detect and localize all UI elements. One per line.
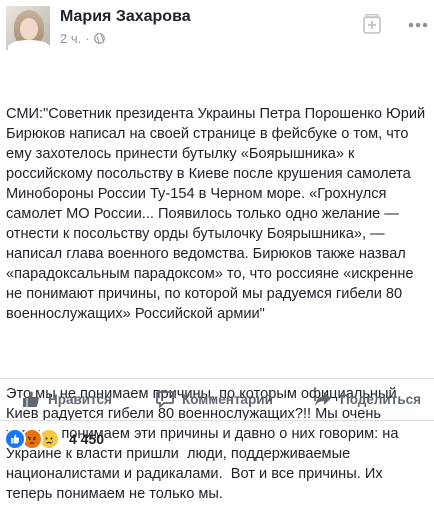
post-meta: 2 ч. ·: [60, 31, 105, 46]
action-bar: Нравится Комментарий Поделиться: [0, 382, 434, 416]
like-label: Нравится: [48, 391, 112, 407]
comment-label: Комментарий: [182, 391, 273, 407]
thumbs-up-icon: [23, 391, 39, 407]
comment-icon: [156, 391, 174, 408]
reactions-summary[interactable]: 4 450: [4, 428, 104, 450]
reaction-count: 4 450: [69, 431, 105, 447]
post-header: Мария Захарова 2 ч. ·: [0, 0, 434, 56]
divider-bottom: [0, 420, 434, 421]
author-name[interactable]: Мария Захарова: [60, 8, 191, 26]
comment-button[interactable]: Комментарий: [156, 382, 273, 416]
avatar-shoulder: [8, 40, 50, 50]
avatar[interactable]: [6, 6, 50, 50]
meta-separator: ·: [85, 31, 90, 46]
share-icon: [315, 392, 331, 406]
save-icon[interactable]: [363, 14, 381, 34]
post-body: СМИ:"Советник президента Украины Петра П…: [6, 64, 430, 524]
share-button[interactable]: Поделиться: [314, 382, 421, 416]
post-time[interactable]: 2 ч.: [60, 31, 81, 46]
globe-icon: [93, 33, 105, 44]
like-button[interactable]: Нравится: [22, 382, 112, 416]
more-icon[interactable]: [408, 22, 428, 28]
post-paragraph-1: СМИ:"Советник президента Украины Петра П…: [6, 106, 430, 322]
divider-top: [0, 378, 434, 379]
avatar-face: [20, 18, 38, 40]
like-reaction-icon: [4, 428, 26, 450]
share-label: Поделиться: [340, 391, 422, 407]
